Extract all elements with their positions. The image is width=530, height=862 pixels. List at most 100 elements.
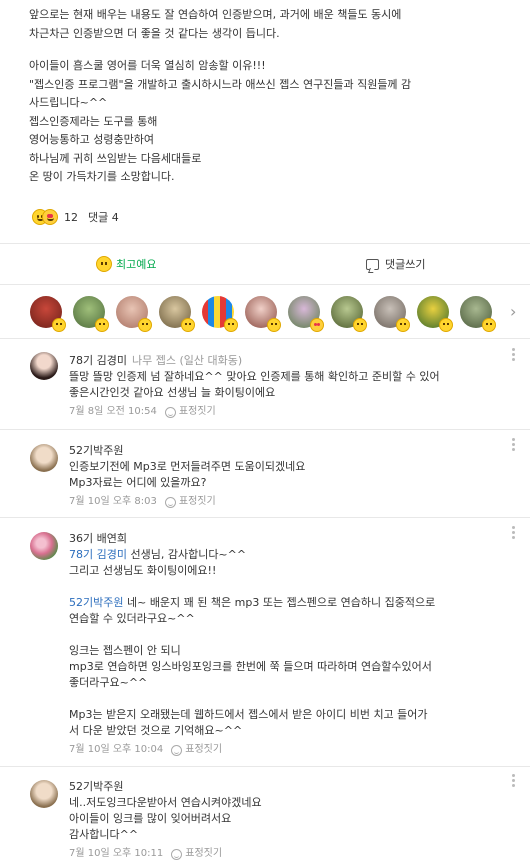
post-line: 차근차근 인증받으면 더 좋을 것 같다는 생각이 듭니다. [29,26,280,40]
smile-outline-icon [164,496,176,508]
reactor-avatar[interactable] [374,296,410,332]
more-options-icon[interactable] [512,526,516,540]
smile-emoji-icon [52,318,66,332]
heart-eyes-emoji-icon [42,209,58,225]
avatar[interactable] [30,444,58,472]
avatar[interactable] [30,352,58,380]
comment-item: 36기 배연희 78기 김경미 선생님, 감사합니다~^^ 그리고 선생님도 화… [0,524,530,764]
comment-text: 서 다운 받았던 것으로 기억해요~^^ [69,724,243,737]
comment-text: Mp3는 받은지 오래됐는데 웹하드에서 젭스에서 받은 아이디 비번 치고 들… [69,708,428,721]
comment-text: mp3로 연습하면 잉스바잉포잉크를 한번에 쭉 들으며 따라하며 연습할수있어… [69,660,432,673]
comment-text: 78기 김경미 선생님, 감사합니다~^^ [69,547,509,563]
smile-emoji-icon [138,318,152,332]
react-button-label: 표정짓기 [178,496,216,507]
post-line: 하나님께 귀히 쓰임받는 다음세대들로 [29,151,202,165]
smile-emoji-icon [181,318,195,332]
author-name[interactable]: 36기 배연희 [69,532,127,545]
comment-date: 7월 10일 오후 10:04 [69,744,164,755]
more-options-icon[interactable] [512,774,516,788]
heart-eyes-emoji-icon [310,318,324,332]
comment-author[interactable]: 78기 김경미 나무 젭스 (일산 대화동) [69,353,509,369]
smile-outline-icon [171,744,183,756]
comment-author[interactable]: 52기박주원 [69,443,509,459]
comment-meta: 7월 10일 오후 10:04 표정짓기 [69,742,509,758]
action-bar: 최고예요 댓글쓰기 [0,244,530,284]
comment-meta: 7월 10일 오후 8:03 표정짓기 [69,494,509,510]
reaction-summary[interactable]: 12 댓글 4 [32,206,119,228]
more-options-icon[interactable] [512,438,516,452]
smile-outline-icon [171,848,183,860]
react-button[interactable]: 표정짓기 [171,846,222,862]
reactor-avatar-strip: › [0,290,530,336]
author-tag: 나무 젭스 (일산 대화동) [131,354,243,367]
react-button-label: 표정짓기 [185,848,223,859]
comment-text: 감사합니다^^ [69,828,139,841]
post-paragraph: 아이들이 흠스쿨 영어를 더욱 열심히 암송할 이유!!! "젭스인증 프로그램… [29,57,519,187]
reactor-avatar[interactable] [460,296,496,332]
reactor-avatar[interactable] [116,296,152,332]
comment-content: 36기 배연희 78기 김경미 선생님, 감사합니다~^^ 그리고 선생님도 화… [69,531,509,758]
comment-author[interactable]: 36기 배연희 [69,531,509,547]
react-button-label: 표정짓기 [185,744,223,755]
post-line: 사드립니다~^^ [29,96,108,109]
comment-content: 52기박주원 네..저도잉크다운받아서 연습시켜야겠네요 아이들이 잉크를 많이… [69,779,509,862]
comment-date: 7월 10일 오후 10:11 [69,848,164,859]
comment-date: 7월 8일 오전 10:54 [69,406,157,417]
react-button[interactable]: 표정짓기 [171,742,222,758]
write-comment-label: 댓글쓰기 [385,258,426,271]
like-button[interactable]: 최고예요 [96,256,156,272]
author-name[interactable]: 52기박주원 [69,444,123,457]
mention-link[interactable]: 78기 김경미 [69,548,127,561]
post-line: 아이들이 흠스쿨 영어를 더욱 열심히 암송할 이유!!! [29,59,266,72]
comment-text: 잉크는 젭스펜이 안 되니 [69,644,181,657]
author-name[interactable]: 78기 김경미 [69,354,127,367]
comment-meta: 7월 10일 오후 10:11 표정짓기 [69,846,509,862]
comment-text: 52기박주원 네~ 배운지 꽤 된 책은 mp3 또는 젭스펜으로 연습하니 집… [69,595,509,611]
more-options-icon[interactable] [512,348,516,362]
post-line: 젭스인증제라는 도구를 통해 [29,114,158,128]
divider [0,517,530,518]
post-line: 영어능통하고 성령충만하여 [29,133,154,146]
react-button-label: 표정짓기 [178,406,216,417]
comment-content: 78기 김경미 나무 젭스 (일산 대화동) 뜰망 뜰망 인증제 넘 잘하네요^^… [69,353,509,420]
comment-item: 78기 김경미 나무 젭스 (일산 대화동) 뜰망 뜰망 인증제 넘 잘하네요^^… [0,346,530,428]
smile-emoji-icon [224,318,238,332]
divider [0,284,530,285]
comment-text: Mp3자료는 어디에 있을까요? [69,476,207,489]
avatar[interactable] [30,532,58,560]
reactor-avatar[interactable] [288,296,324,332]
avatar[interactable] [30,780,58,808]
comment-text: 그리고 선생님도 화이팅이에요!! [69,564,217,577]
comment-text-part: 선생님, 감사합니다~^^ [126,548,247,561]
reactor-avatar[interactable] [159,296,195,332]
reaction-count: 12 [64,210,78,224]
comment-author[interactable]: 52기박주원 [69,779,509,795]
write-comment-button[interactable]: 댓글쓰기 [366,256,425,272]
comment-count[interactable]: 댓글 4 [88,209,119,225]
mention-link[interactable]: 52기박주원 [69,596,123,609]
comment-text-part: 네~ 배운지 꽤 된 책은 mp3 또는 젭스펜으로 연습하니 집중적으로 [123,596,436,609]
reactor-avatar[interactable] [245,296,281,332]
author-name[interactable]: 52기박주원 [69,780,123,793]
reactor-avatar[interactable] [417,296,453,332]
comment-date: 7월 10일 오후 8:03 [69,496,157,507]
reactor-avatar[interactable] [30,296,66,332]
comment-content: 52기박주원 인증보기전에 Mp3로 먼저들려주면 도움이되겠네요 Mp3자료는… [69,443,509,510]
reactor-avatar[interactable] [73,296,109,332]
comment-text: 인증보기전에 Mp3로 먼저들려주면 도움이되겠네요 [69,460,306,473]
reactor-avatar[interactable] [202,296,238,332]
smile-emoji-icon [439,318,453,332]
divider [0,429,530,430]
chevron-right-icon[interactable]: › [510,304,520,320]
smile-outline-icon [164,406,176,418]
comment-text: 좋더라구요~^^ [69,676,148,689]
comment-text: 아이들이 잉크를 많이 잊어버려서요 [69,812,232,825]
post-line: "젭스인증 프로그램"을 개발하고 출시하시느라 애쓰신 젭스 연구진들과 직원… [29,77,412,91]
reactor-avatar[interactable] [331,296,367,332]
divider [0,766,530,767]
react-button[interactable]: 표정짓기 [164,404,216,420]
post-line: 온 땅이 가득차기를 소망합니다. [29,170,175,183]
smile-emoji-icon [267,318,281,332]
smile-emoji-icon [396,318,410,332]
react-button[interactable]: 표정짓기 [164,494,216,510]
